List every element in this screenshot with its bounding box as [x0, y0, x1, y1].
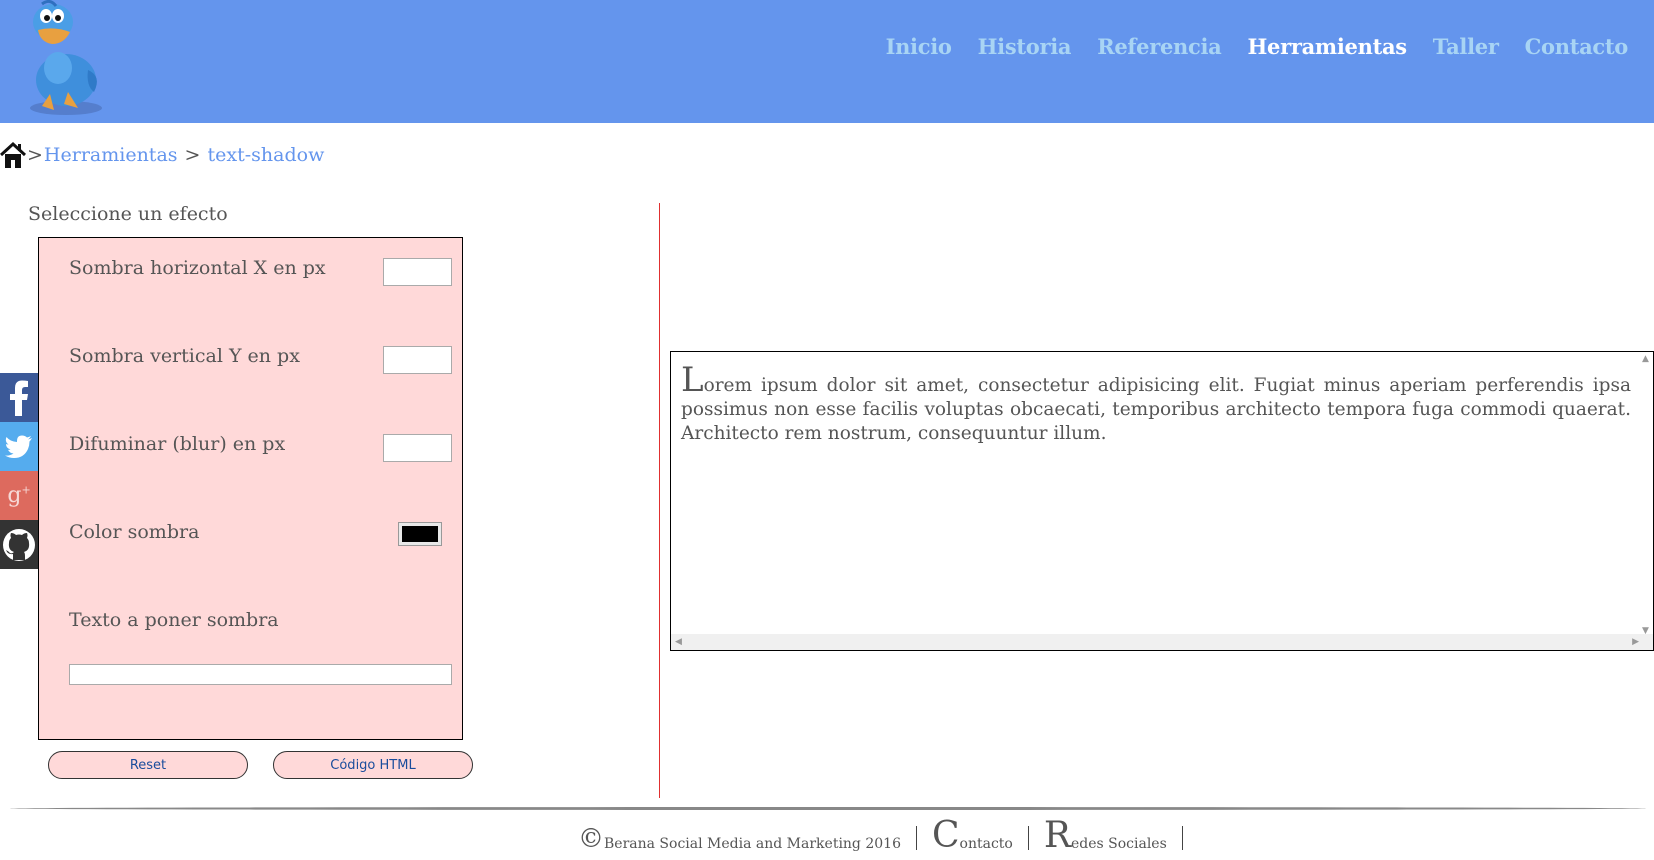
contact-initial: C: [931, 815, 960, 856]
google-plus-link[interactable]: g+: [0, 471, 38, 520]
effect-form-panel: Sombra horizontal X en px Sombra vertica…: [38, 237, 463, 740]
footer-divider: [10, 807, 1646, 810]
contact-rest: ontacto: [959, 836, 1013, 852]
nav-taller[interactable]: Taller: [1433, 34, 1499, 59]
preview-body: orem ipsum dolor sit amet, consectetur a…: [681, 375, 1631, 444]
site-footer: © Berana Social Media and Marketing 2016 …: [578, 815, 1198, 856]
nav-contacto[interactable]: Contacto: [1525, 34, 1629, 59]
preview-box[interactable]: Lorem ipsum dolor sit amet, consectetur …: [670, 351, 1654, 651]
form-title: Seleccione un efecto: [28, 203, 228, 225]
main-nav: Inicio Historia Referencia Herramientas …: [886, 34, 1629, 59]
scroll-right-arrow[interactable]: ▶: [1632, 637, 1639, 647]
nav-referencia[interactable]: Referencia: [1097, 34, 1222, 59]
reset-button[interactable]: Reset: [48, 751, 248, 779]
nav-herramientas[interactable]: Herramientas: [1248, 34, 1408, 59]
breadcrumb-separator: >: [178, 144, 207, 166]
github-link[interactable]: [0, 520, 38, 569]
shadow-color-label: Color sombra: [69, 521, 200, 543]
blur-label: Difuminar (blur) en px: [69, 433, 286, 455]
footer-separator: [915, 826, 917, 850]
breadcrumb: > Herramientas > text-shadow: [0, 140, 324, 170]
social-initial: R: [1043, 815, 1071, 856]
breadcrumb-current[interactable]: text-shadow: [208, 144, 325, 166]
twitter-icon: [5, 435, 32, 458]
y-offset-label: Sombra vertical Y en px: [69, 345, 300, 367]
facebook-link[interactable]: [0, 373, 38, 422]
shadow-text-input[interactable]: [69, 664, 452, 685]
vertical-scrollbar[interactable]: ▲ ▼: [1639, 352, 1653, 636]
horizontal-scrollbar[interactable]: ◀ ▶: [671, 634, 1653, 650]
footer-social-link[interactable]: Redes Sociales: [1043, 815, 1167, 856]
y-offset-input[interactable]: [383, 346, 452, 374]
nav-historia[interactable]: Historia: [978, 34, 1072, 59]
scroll-up-arrow[interactable]: ▲: [1642, 354, 1649, 364]
preview-text: Lorem ipsum dolor sit amet, consectetur …: [681, 363, 1631, 446]
scroll-left-arrow[interactable]: ◀: [675, 637, 682, 647]
social-rest: edes Sociales: [1070, 836, 1167, 852]
google-plus-icon: g+: [7, 483, 31, 508]
github-icon: [3, 528, 35, 561]
preview-first-letter: L: [681, 360, 704, 400]
footer-separator: [1181, 826, 1183, 850]
x-offset-input[interactable]: [383, 258, 452, 286]
html-code-button[interactable]: Código HTML: [273, 751, 473, 779]
footer-contact-link[interactable]: Contacto: [931, 815, 1013, 856]
footer-separator: [1027, 826, 1029, 850]
footer-copyright: © Berana Social Media and Marketing 2016: [578, 826, 901, 852]
color-swatch: [402, 526, 438, 542]
shadow-color-picker[interactable]: [398, 522, 442, 546]
copyright-icon: ©: [578, 824, 604, 854]
breadcrumb-separator: >: [27, 144, 43, 166]
breadcrumb-herramientas[interactable]: Herramientas: [44, 144, 178, 166]
twitter-link[interactable]: [0, 422, 38, 471]
copyright-text: Berana Social Media and Marketing 2016: [604, 836, 901, 852]
x-offset-label: Sombra horizontal X en px: [69, 257, 326, 279]
nav-inicio[interactable]: Inicio: [886, 34, 952, 59]
site-header: Inicio Historia Referencia Herramientas …: [0, 0, 1654, 123]
home-icon[interactable]: [0, 140, 26, 170]
section-divider: [659, 203, 660, 798]
duck-logo[interactable]: [8, 0, 110, 120]
shadow-text-label: Texto a poner sombra: [69, 609, 279, 631]
facebook-icon: [10, 380, 28, 416]
blur-input[interactable]: [383, 434, 452, 462]
